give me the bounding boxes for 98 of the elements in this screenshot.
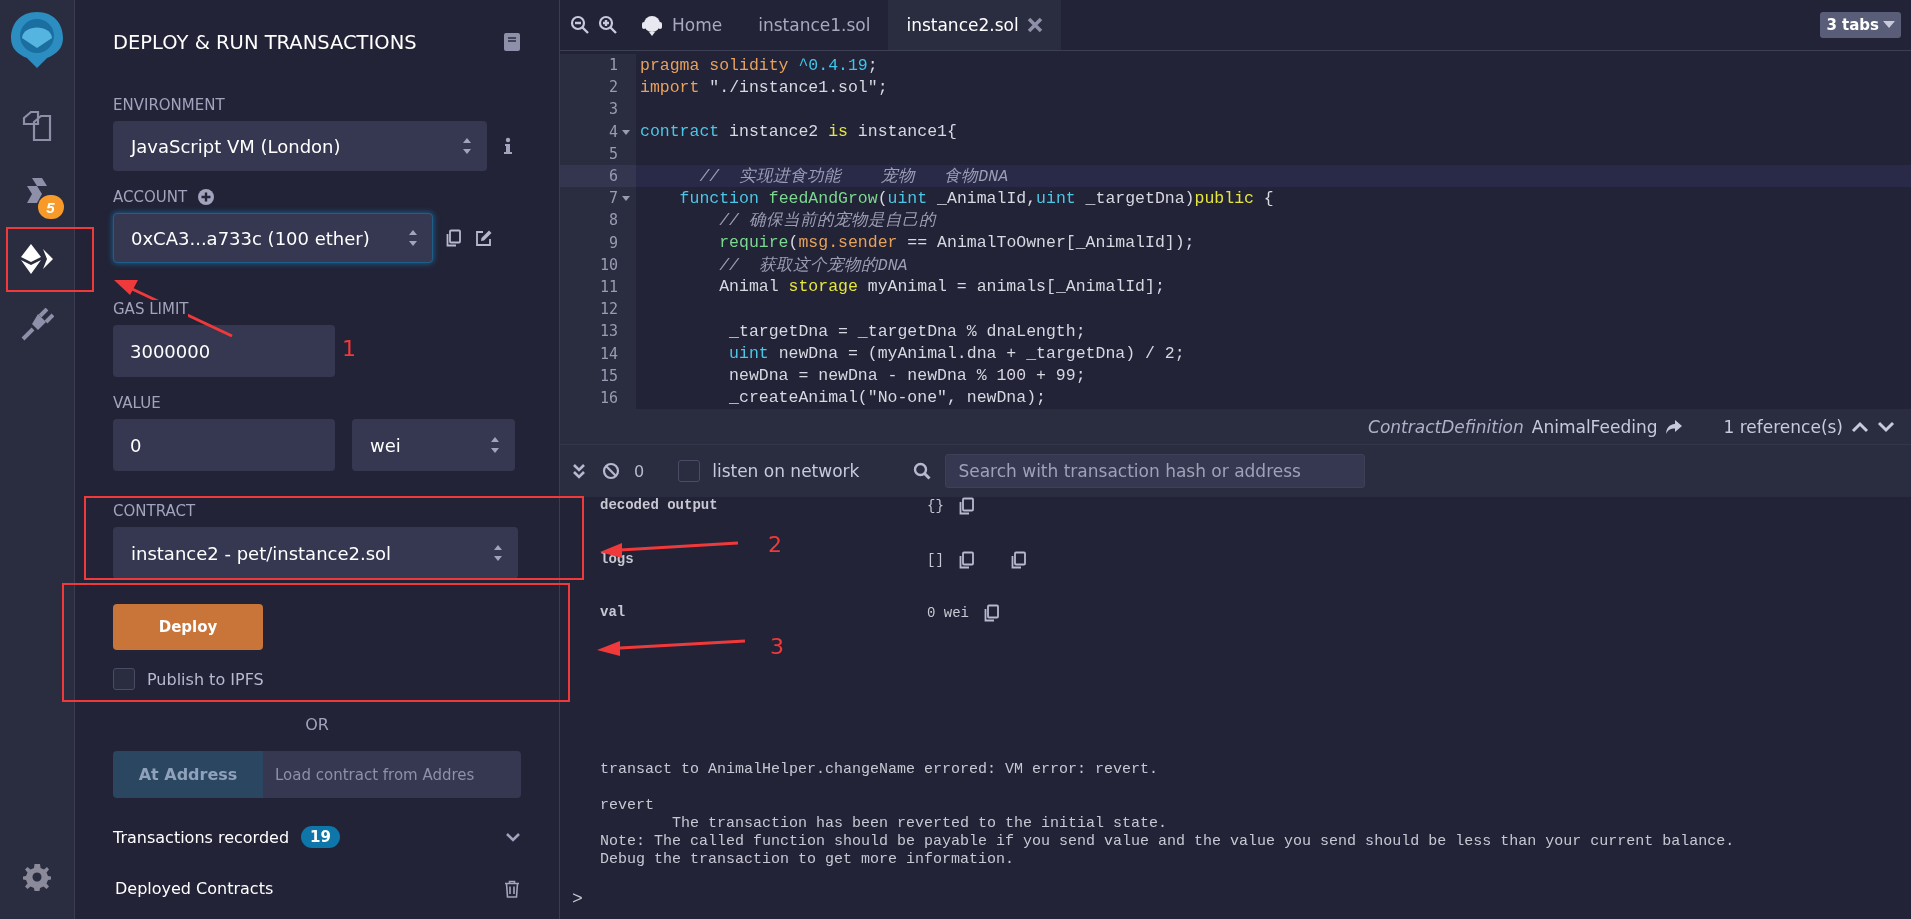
checkbox-label: listen on network [712, 461, 860, 481]
editor-tab[interactable]: instance2.sol [888, 0, 1061, 50]
at-address-button[interactable]: At Address [113, 751, 263, 798]
editor-tab[interactable]: instance1.sol [740, 0, 889, 50]
code-line: _createAnimal("No-one", newDna); [728, 388, 1046, 408]
ethereum-arrow-icon [20, 242, 54, 276]
copy-icon[interactable] [1009, 551, 1028, 569]
tab-count-dropdown[interactable]: 3 tabs [1820, 12, 1901, 38]
annotation-number: 1 [342, 336, 356, 361]
line-number: 12 [599, 300, 618, 319]
environment-select[interactable]: JavaScript VM (London) [113, 121, 487, 171]
line-number: 7 [608, 189, 618, 208]
sort-arrows-icon [493, 544, 503, 562]
line-number: 1 [608, 56, 618, 75]
error-message: transact to AnimalHelper.changeName errored: VM error: revert. [600, 761, 1159, 778]
definition-name: AnimalFeeding [1531, 416, 1658, 437]
console-line: Debug the transaction to get more information. [600, 851, 1015, 868]
copy-icon[interactable] [445, 229, 463, 247]
output-key: decoded output [600, 497, 927, 513]
output-value: 0 wei [927, 605, 969, 621]
code-line: function feedAndGrow(uint _AnimalId,uint _targetDna)public { [678, 188, 1274, 208]
editor-tab[interactable]: Home [622, 0, 741, 50]
field-label: GAS LIMIT [113, 300, 189, 318]
line-number: 6 [608, 167, 618, 186]
definition-kind: ContractDefinition [1368, 416, 1524, 437]
console-line: The transaction has been reverted to the initial state. [671, 815, 1168, 832]
sort-arrows-icon [408, 229, 418, 247]
annotation-number: 2 [768, 532, 782, 557]
plug-icon [20, 308, 54, 342]
console-line: revert [600, 797, 654, 814]
double-chevron-icon[interactable] [570, 462, 588, 480]
copy-icon[interactable] [957, 551, 976, 569]
pending-count: 0 [634, 461, 645, 481]
code-line: import "./instance1.sol"; [640, 77, 888, 97]
address-field[interactable]: Load contract from Addres [263, 751, 521, 798]
copy-icon[interactable] [983, 604, 1001, 622]
settings-icon[interactable] [23, 863, 51, 891]
count-badge: 19 [301, 826, 340, 848]
line-number: 2 [608, 78, 618, 97]
line-number: 15 [599, 366, 618, 385]
code-line: require(msg.sender == AnimalToOwner[_AnimalId]); [718, 233, 1195, 253]
line-number: 5 [608, 144, 618, 163]
code-line: Animal storage myAnimal = animals[_AnimalId]; [718, 277, 1165, 297]
console-line: Note: The called function should be payable if you send value and the value you send should be less than your current balance. [600, 833, 1735, 850]
output-key: val [600, 604, 927, 620]
checkbox-label: Publish to IPFS [147, 669, 264, 689]
search-field[interactable]: Search with transaction hash or address [945, 454, 1366, 488]
clear-icon[interactable] [602, 462, 620, 480]
copy-icon[interactable] [957, 497, 976, 515]
line-number: 16 [599, 388, 618, 407]
sort-arrows-icon [490, 436, 500, 454]
annotation-number: 3 [770, 634, 784, 659]
checkbox[interactable] [678, 460, 701, 482]
zoom-out-icon[interactable] [570, 15, 590, 35]
add-icon[interactable] [197, 188, 216, 206]
console-prompt: > [572, 889, 583, 909]
section-title: Deployed Contracts [115, 879, 274, 898]
share-arrow-icon[interactable] [1665, 417, 1684, 436]
code-line: // 实现进食功能 宠物 食物DNA [698, 166, 1009, 188]
line-number: 3 [608, 100, 618, 119]
line-number: 13 [599, 322, 618, 341]
line-number: 9 [608, 233, 618, 252]
caret-icon [1883, 21, 1895, 29]
line-number: 11 [599, 277, 618, 296]
code-line: contract instance2 is instance1{ [640, 122, 957, 142]
trash-icon[interactable] [503, 879, 521, 898]
code-line: // 获取这个宠物的DNA [718, 254, 908, 276]
sort-arrows-icon [462, 137, 472, 155]
close-icon[interactable] [1026, 17, 1043, 33]
files-icon [20, 110, 54, 144]
value-field[interactable]: 0 [113, 419, 335, 471]
output-value: [] [927, 552, 944, 568]
code-line: _targetDna = _targetDna % dnaLength; [728, 321, 1086, 341]
or-separator: OR [305, 715, 329, 734]
code-line: newDna = newDna - newDna % 100 + 99; [728, 366, 1086, 386]
code-line: // 确保当前的宠物是自己的 [718, 210, 936, 232]
line-number: 4 [608, 122, 618, 141]
contract-select[interactable]: instance2 - pet/instance2.sol [113, 527, 518, 579]
gas-limit-field[interactable]: 3000000 [113, 325, 335, 377]
line-number: 10 [599, 255, 618, 274]
logo-icon [640, 13, 664, 37]
line-number: 8 [608, 211, 618, 230]
search-icon [913, 462, 932, 480]
section-title: Transactions recorded [113, 827, 290, 847]
references-count: 1 reference(s) [1723, 416, 1843, 437]
chevron-down-icon[interactable] [505, 831, 521, 843]
checkbox[interactable] [113, 668, 135, 690]
code-line: pragma solidity ^0.4.19; [640, 55, 878, 75]
account-select[interactable]: 0xCA3...a733c (100 ether) [113, 213, 433, 263]
code-line: uint newDna = (myAnimal.dna + _targetDna) / 2; [728, 344, 1185, 364]
zoom-in-icon[interactable] [598, 15, 618, 35]
unit-select[interactable]: wei [352, 419, 515, 471]
line-number: 14 [599, 344, 618, 363]
notification-badge: 5 [37, 195, 64, 219]
book-icon[interactable] [503, 32, 521, 52]
panel-title: DEPLOY & RUN TRANSACTIONS [113, 30, 417, 54]
output-value: {} [927, 498, 944, 514]
edit-icon[interactable] [475, 229, 493, 247]
